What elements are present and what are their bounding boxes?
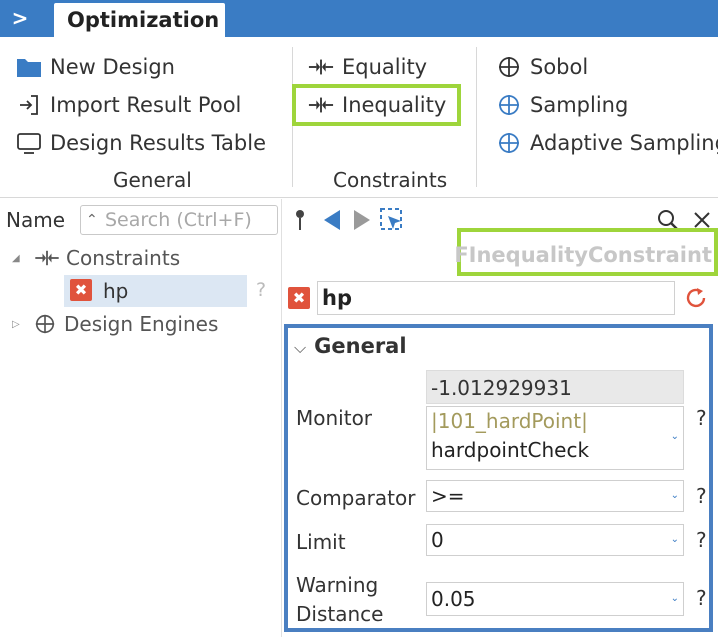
tree-item-design-engines[interactable]: ▷ Design Engines [12,309,218,339]
crosshair-icon [496,130,522,156]
new-design-label: New Design [50,55,175,79]
sampling-label: Sampling [530,93,629,117]
equality-button[interactable]: Equality [308,52,427,82]
tab-optimization[interactable]: Optimization [54,3,225,37]
tree-label-design-engines: Design Engines [64,312,219,336]
section-header-general[interactable]: ⌵ General [294,334,407,358]
dropdown-icon[interactable]: ⌄ [671,525,679,555]
warning-distance-field[interactable]: 0.05 ⌄ [426,582,684,616]
tree-panel: Name ⌃ Search (Ctrl+F) ◢ Constraints ✖ h… [0,199,282,637]
design-results-table-label: Design Results Table [50,131,266,155]
folder-icon [16,54,42,80]
new-design-button[interactable]: New Design [16,52,175,82]
error-x-icon: ✖ [70,279,92,301]
help-icon[interactable]: ? [696,528,707,552]
design-results-table-button[interactable]: Design Results Table [16,128,266,158]
inequality-button[interactable]: Inequality [308,90,446,120]
forward-arrow-icon[interactable] [349,207,375,233]
import-icon [16,92,42,118]
limit-value: 0 [431,528,444,552]
import-result-pool-button[interactable]: Import Result Pool [16,90,241,120]
warning-distance-label: Warning Distance [296,571,383,629]
inequality-label: Inequality [342,93,447,117]
help-icon[interactable]: ? [696,484,707,508]
name-column-label: Name [6,208,66,232]
sampling-button[interactable]: Sampling [496,90,628,120]
equality-label: Equality [342,55,428,79]
chevron-down-icon: ⌵ [294,338,307,357]
inequality-icon [34,249,60,267]
crosshair-icon [496,92,522,118]
object-name-field[interactable]: hp [317,281,675,315]
comparator-label: Comparator [296,486,416,510]
help-icon[interactable]: ? [256,279,266,301]
select-cursor-icon[interactable] [379,207,405,233]
tree-item-constraints[interactable]: ◢ Constraints [12,243,180,273]
general-section: ⌵ General -1.012929931 Monitor |101_hardP… [284,324,713,632]
help-icon[interactable]: ? [696,586,707,610]
sobol-button[interactable]: Sobol [496,52,588,82]
warning-distance-label-line2: Distance [296,602,384,626]
dropdown-icon[interactable]: ⌄ [671,481,679,511]
back-arrow-icon[interactable] [319,207,345,233]
monitor-label: Monitor [296,406,373,430]
equality-icon [308,54,334,80]
ribbon-toggle-button[interactable]: > [0,0,40,37]
search-input[interactable]: ⌃ Search (Ctrl+F) [80,205,278,235]
monitor-icon [16,130,42,156]
monitor-line2: hardpointCheck [431,438,590,462]
monitor-field[interactable]: |101_hardPoint| hardpointCheck ⌄ [426,406,684,470]
group-label-constraints: Constraints [333,168,448,192]
limit-field[interactable]: 0 ⌄ [426,524,684,556]
warning-distance-value: 0.05 [431,587,476,611]
limit-label: Limit [296,530,346,554]
group-label-general: General [113,168,192,192]
pin-icon[interactable] [287,207,313,233]
tree-label-hp: hp [103,279,129,303]
search-placeholder: Search (Ctrl+F) [105,209,252,231]
monitor-readonly-value: -1.012929931 [426,370,684,404]
ribbon-divider [476,47,477,187]
comparator-select[interactable]: >= ⌄ [426,480,684,512]
reset-icon[interactable] [683,285,709,311]
crosshair-icon [496,54,522,80]
warning-distance-label-line1: Warning [296,573,379,597]
import-result-pool-label: Import Result Pool [50,93,242,117]
sobol-label: Sobol [530,55,589,79]
app-window: > Optimization New Design Import Result … [0,0,718,637]
comparator-value: >= [431,484,465,508]
dropdown-icon[interactable]: ⌄ [671,583,679,615]
object-type-label: FInequalityConstraint [454,243,712,267]
dropdown-icon[interactable]: ⌄ [671,431,679,442]
ribbon: New Design Import Result Pool Design Res… [0,37,718,198]
crosshair-icon [34,313,56,335]
chevron-up-icon[interactable]: ⌃ [86,206,98,234]
title-bar: > Optimization [0,0,718,37]
expand-triangle-icon[interactable]: ◢ [12,253,28,264]
error-x-icon: ✖ [288,287,310,309]
section-title: General [314,334,407,358]
adaptive-sampling-label: Adaptive Sampling [530,131,718,155]
adaptive-sampling-button[interactable]: Adaptive Sampling [496,128,718,158]
tree-label-constraints: Constraints [66,246,181,270]
monitor-line1: |101_hardPoint| [431,409,588,433]
collapse-triangle-icon[interactable]: ▷ [12,319,28,330]
inequality-icon [308,92,334,118]
help-icon[interactable]: ? [696,406,707,430]
